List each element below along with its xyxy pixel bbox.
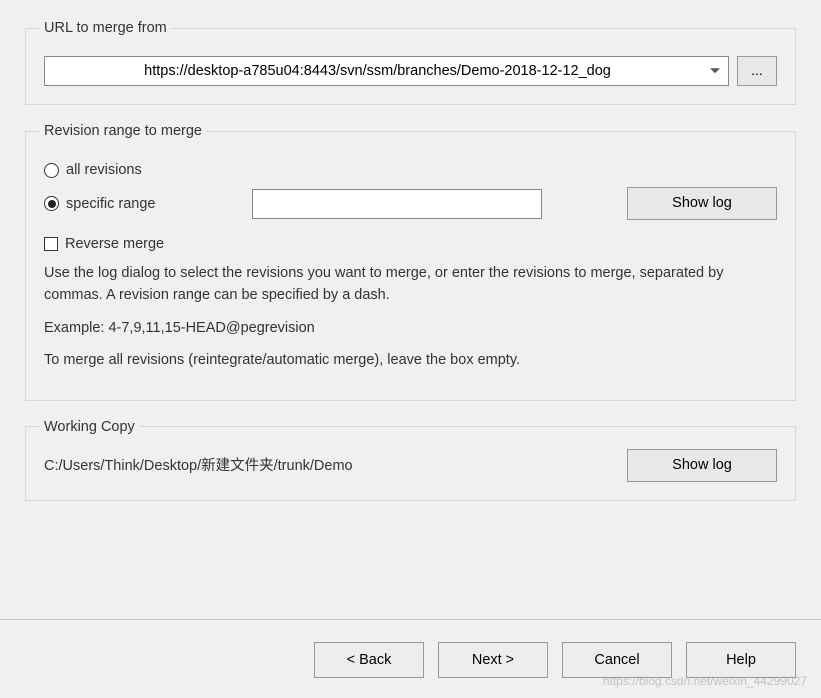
url-value: https://desktop-a785u04:8443/svn/ssm/bra… (144, 63, 611, 79)
specific-range-label: specific range (66, 196, 155, 212)
working-copy-legend: Working Copy (40, 419, 139, 435)
url-legend: URL to merge from (40, 20, 171, 36)
dialog-content: URL to merge from https://desktop-a785u0… (25, 10, 796, 611)
radio-icon (44, 163, 59, 178)
working-copy-fieldset: Working Copy C:/Users/Think/Desktop/新建文件… (25, 419, 796, 501)
show-log-button[interactable]: Show log (627, 187, 777, 220)
help-text-1: Use the log dialog to select the revisio… (44, 262, 777, 307)
chevron-down-icon (710, 68, 720, 73)
url-fieldset: URL to merge from https://desktop-a785u0… (25, 20, 796, 105)
specific-range-option[interactable]: specific range (44, 196, 244, 212)
next-button[interactable]: Next > (438, 642, 548, 678)
radio-icon (44, 196, 59, 211)
reverse-merge-option[interactable]: Reverse merge (44, 236, 777, 252)
url-combobox[interactable]: https://desktop-a785u04:8443/svn/ssm/bra… (44, 56, 729, 86)
button-bar: < Back Next > Cancel Help (25, 620, 796, 698)
back-button[interactable]: < Back (314, 642, 424, 678)
help-text-2: Example: 4-7,9,11,15-HEAD@pegrevision (44, 317, 777, 339)
help-button[interactable]: Help (686, 642, 796, 678)
all-revisions-label: all revisions (66, 162, 142, 178)
revision-legend: Revision range to merge (40, 123, 206, 139)
specific-range-row: specific range Show log (44, 187, 777, 220)
merge-dialog: URL to merge from https://desktop-a785u0… (0, 0, 821, 698)
help-text-3: To merge all revisions (reintegrate/auto… (44, 349, 777, 371)
working-copy-path: C:/Users/Think/Desktop/新建文件夹/trunk/Demo (44, 449, 617, 475)
url-row: https://desktop-a785u04:8443/svn/ssm/bra… (44, 56, 777, 86)
browse-button[interactable]: ... (737, 56, 777, 86)
checkbox-icon (44, 237, 58, 251)
all-revisions-option[interactable]: all revisions (44, 162, 777, 178)
cancel-button[interactable]: Cancel (562, 642, 672, 678)
range-input[interactable] (252, 189, 542, 219)
revision-fieldset: Revision range to merge all revisions sp… (25, 123, 796, 401)
working-copy-row: C:/Users/Think/Desktop/新建文件夹/trunk/Demo … (44, 449, 777, 482)
reverse-merge-label: Reverse merge (65, 236, 164, 252)
wc-show-log-button[interactable]: Show log (627, 449, 777, 482)
